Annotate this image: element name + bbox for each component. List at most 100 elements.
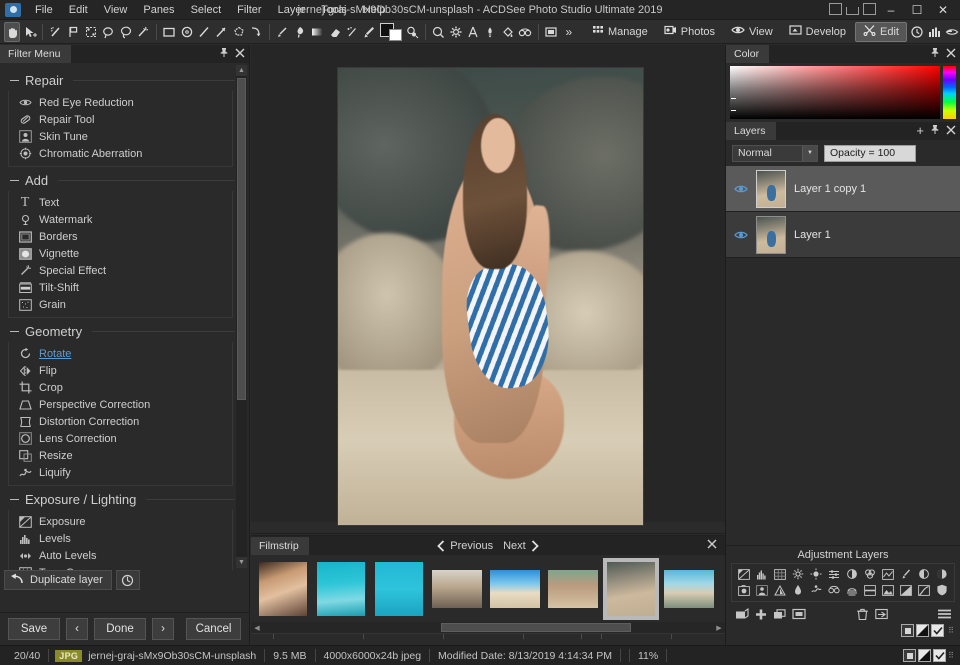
layer-thumbnail[interactable] [756, 215, 786, 254]
filter-item-red-eye-reduction[interactable]: Red Eye Reduction [9, 94, 232, 111]
arrow-tool-icon[interactable] [214, 22, 229, 42]
levels-adj-icon[interactable] [754, 567, 769, 581]
zoom-tool-icon[interactable] [430, 22, 445, 42]
tab-color[interactable]: Color [726, 45, 770, 63]
duplicate-layer-icon[interactable] [772, 607, 787, 621]
filter-item-skin-tune[interactable]: Skin Tune [9, 128, 232, 145]
smart-select-tool-icon[interactable] [83, 22, 98, 42]
list-item[interactable] [313, 558, 369, 620]
filter-item-liquify[interactable]: Liquify [9, 464, 232, 481]
menu-tools[interactable]: Tools [313, 2, 355, 18]
save-button[interactable]: Save [8, 618, 60, 640]
history-icon[interactable] [909, 22, 924, 42]
table-row[interactable]: Layer 1 [726, 212, 960, 258]
collapse-icon[interactable] [10, 331, 19, 332]
checkmark-icon[interactable] [933, 649, 947, 662]
list-item[interactable] [255, 558, 311, 620]
filter-item-levels[interactable]: Levels [9, 530, 232, 547]
group-header-geometry[interactable]: Geometry [10, 324, 235, 339]
blur-adj-icon[interactable] [790, 583, 805, 597]
magic-wand-tool-icon[interactable] [48, 22, 63, 42]
filter-list-scrollbar[interactable]: ▲ ▼ [236, 65, 247, 568]
collapse-icon[interactable] [10, 499, 19, 500]
scroll-up-arrow-icon[interactable]: ▲ [236, 65, 247, 76]
eraser-tool-icon[interactable] [327, 22, 342, 42]
filter-item-repair-tool[interactable]: Repair Tool [9, 111, 232, 128]
freehand-lasso-tool-icon[interactable] [118, 22, 133, 42]
layer-visibility-icon[interactable] [734, 230, 748, 240]
polygon-tool-icon[interactable] [231, 22, 246, 42]
menu-help[interactable]: Help [355, 2, 394, 18]
ellipse-marquee-tool-icon[interactable] [179, 22, 194, 42]
noise-adj-icon[interactable] [808, 583, 823, 597]
filter-item-borders[interactable]: Borders [9, 228, 232, 245]
next-image-button[interactable]: Next [503, 540, 540, 552]
workspace-layout-1-button[interactable] [829, 2, 842, 15]
pin-icon[interactable] [930, 124, 940, 138]
fill-bucket-tool-icon[interactable] [500, 22, 515, 42]
list-item[interactable] [371, 558, 427, 620]
blend-mode-select[interactable]: Normal ▼ [732, 144, 818, 162]
collapse-icon[interactable] [10, 180, 19, 181]
duplicate-layer-button[interactable]: Duplicate layer [4, 570, 112, 590]
menu-panes[interactable]: Panes [135, 2, 182, 18]
opacity-input[interactable]: Opacity = 100 [824, 144, 916, 162]
scrollbar-thumb[interactable] [441, 623, 631, 632]
menu-select[interactable]: Select [183, 2, 230, 18]
mode-photos-button[interactable]: Photos [657, 22, 722, 42]
layer-mask-icon[interactable] [791, 607, 806, 621]
filmstrip-thumbnails[interactable] [251, 555, 725, 623]
color-picker-dropdown-icon[interactable] [404, 22, 419, 42]
filter-item-flip[interactable]: Flip [9, 362, 232, 379]
filter-item-perspective-correction[interactable]: Perspective Correction [9, 396, 232, 413]
light-eq-adj-icon[interactable] [790, 567, 805, 581]
flag-tool-icon[interactable] [66, 22, 81, 42]
chevron-down-icon[interactable]: ▼ [802, 145, 817, 161]
text-tool-icon[interactable] [465, 22, 480, 42]
sharpen-adj-icon[interactable] [772, 583, 787, 597]
mode-edit-button[interactable]: Edit [855, 21, 907, 42]
filter-item-tilt-shift[interactable]: Tilt-Shift [9, 279, 232, 296]
close-icon[interactable] [235, 48, 245, 61]
layer-visibility-icon[interactable] [734, 184, 748, 194]
split-tone-adj-icon[interactable] [881, 567, 896, 581]
collapse-icon[interactable] [10, 80, 19, 81]
layer-menu-icon[interactable] [937, 607, 952, 621]
menu-file[interactable]: File [27, 2, 61, 18]
dehaze-adj-icon[interactable] [844, 583, 859, 597]
group-header-exposure-lighting[interactable]: Exposure / Lighting [10, 492, 235, 507]
color-swatches[interactable] [380, 22, 403, 42]
previous-button[interactable]: ‹ [66, 618, 88, 640]
clone-stamp-tool-icon[interactable] [362, 22, 377, 42]
diagonal-split-icon[interactable] [916, 624, 930, 637]
next-button[interactable]: › [152, 618, 174, 640]
checkmark-icon[interactable] [931, 624, 945, 637]
color-eq-adj-icon[interactable] [826, 567, 841, 581]
image-canvas[interactable] [251, 45, 725, 526]
filter-item-distortion-correction[interactable]: Distortion Correction [9, 413, 232, 430]
menu-view[interactable]: View [96, 2, 136, 18]
grain-adj-icon[interactable] [863, 583, 878, 597]
delete-layer-icon[interactable] [855, 607, 870, 621]
list-item[interactable] [661, 558, 717, 620]
pin-icon[interactable] [219, 47, 229, 61]
menu-layer[interactable]: Layer [270, 2, 314, 18]
hand-tool-icon[interactable] [4, 21, 20, 42]
group-header-add[interactable]: Add [10, 173, 235, 188]
pin-icon[interactable] [930, 47, 940, 61]
scroll-left-arrow-icon[interactable]: ◀ [251, 624, 263, 632]
add-layer-icon[interactable] [753, 607, 768, 621]
gradient-adj-icon[interactable] [899, 583, 914, 597]
cancel-button[interactable]: Cancel [186, 618, 241, 640]
filter-item-special-effect[interactable]: Special Effect [9, 262, 232, 279]
filter-list-scroll[interactable]: Repair Red Eye Reduction Repair Tool Ski… [0, 63, 249, 570]
move-selection-tool-icon[interactable] [22, 22, 37, 42]
preview-eye-icon[interactable] [944, 22, 959, 42]
filter-item-lens-correction[interactable]: Lens Correction [9, 430, 232, 447]
resize-grip-icon[interactable]: ⠿ [948, 651, 954, 660]
table-row[interactable]: Layer 1 copy 1 [726, 166, 960, 212]
filter-item-text[interactable]: T Text [9, 194, 232, 211]
dodge-burn-tool-icon[interactable] [292, 22, 307, 42]
list-item[interactable] [487, 558, 543, 620]
mask-view-icon[interactable] [901, 624, 915, 637]
